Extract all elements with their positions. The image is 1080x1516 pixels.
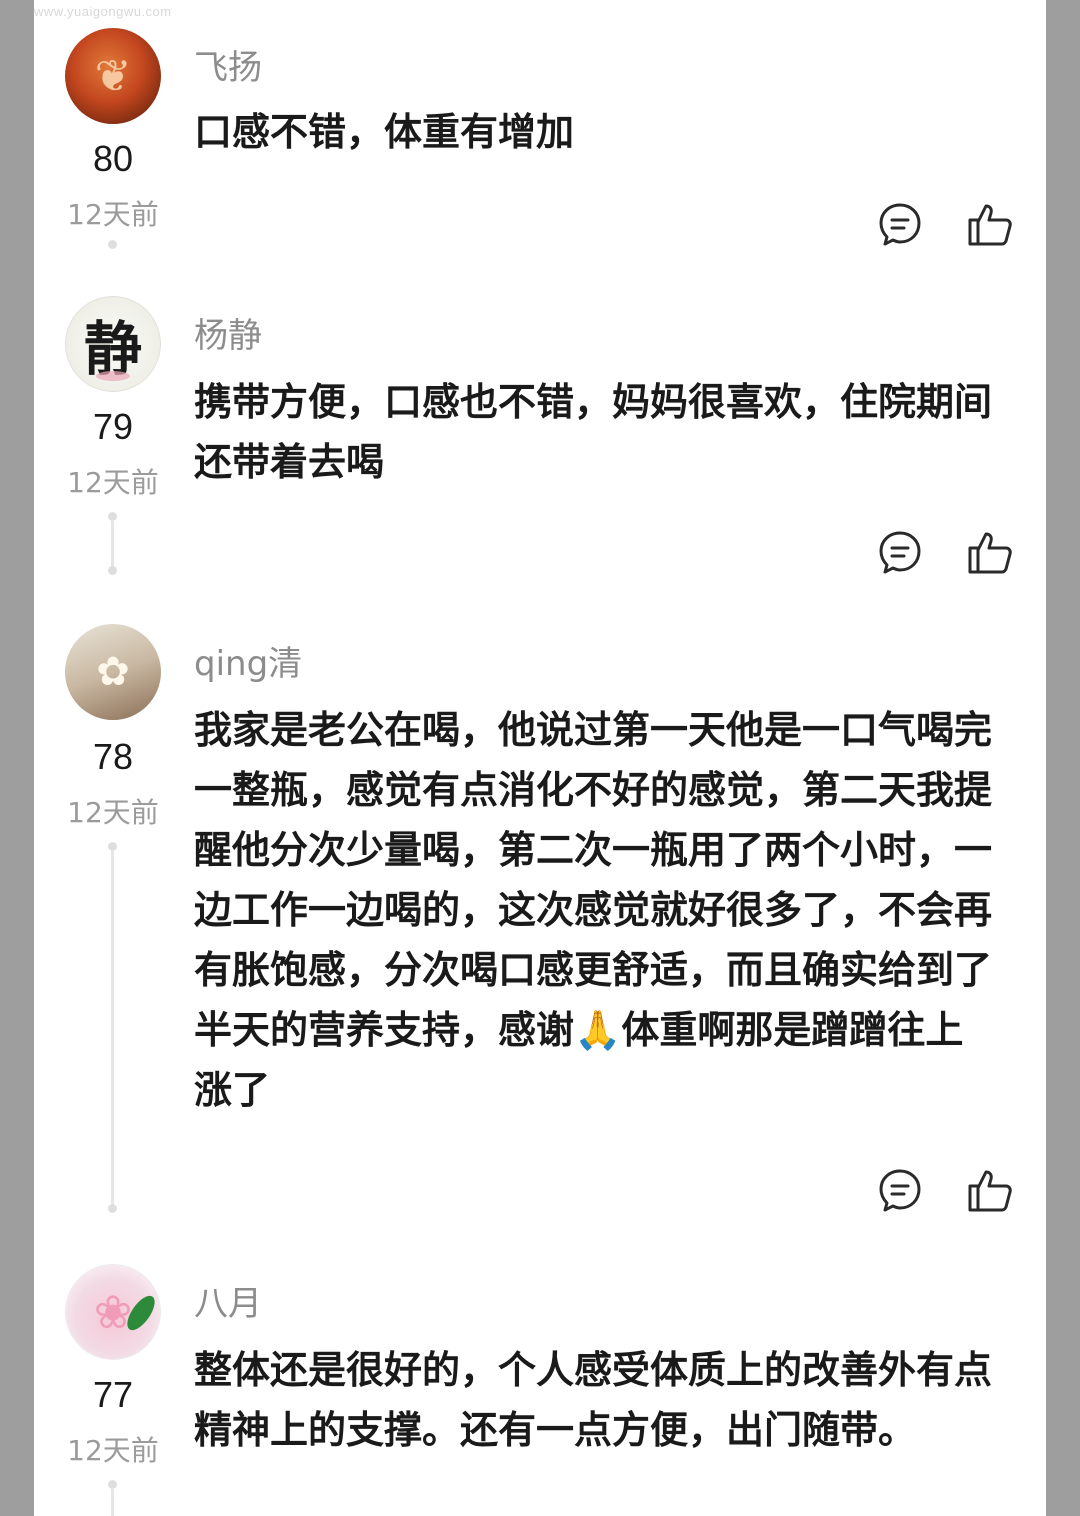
username[interactable]: 八月 [194,1276,262,1325]
avatar[interactable]: 静 [65,296,161,392]
score: 79 [92,406,134,447]
thumbs-up-icon[interactable] [966,200,1014,248]
avatar-glyph: ❦ [94,50,132,102]
flower-decoration [96,371,130,381]
thumbs-up-icon[interactable] [966,528,1014,576]
thread-line [111,520,114,568]
thread-line [111,850,114,1206]
comment-bubble-icon[interactable] [876,528,924,576]
timestamp: 12天前 [67,466,159,499]
thread-dot [108,240,117,249]
score: 77 [92,1374,134,1415]
avatar-glyph: ✿ [96,649,130,695]
thread-dot [108,566,117,575]
comment-text: 携带方便，口感也不错，妈妈很喜欢，住院期间还带着去喝 [194,380,993,484]
avatar[interactable]: ❀ [65,1264,161,1360]
comment-text: 我家是老公在喝，他说过第一天他是一口气喝完一整瓶，感觉有点消化不好的感觉，第二天… [194,708,993,1112]
score: 80 [92,138,134,179]
avatar-glyph: ❀ [93,1285,133,1339]
avatar[interactable]: ❦ [65,28,161,124]
watermark: www.yuaigongwu.com [34,4,172,19]
score: 78 [92,736,134,777]
username[interactable]: 飞扬 [194,40,262,89]
comment-text: 整体还是很好的，个人感受体质上的改善外有点精神上的支撑。还有一点方便，出门随带。 [194,1348,993,1452]
username[interactable]: 杨静 [194,308,262,357]
timestamp: 12天前 [67,1434,159,1467]
thread-dot [108,1204,117,1213]
thread-line [111,1488,114,1516]
comment-text: 口感不错，体重有增加 [194,110,575,154]
comment-bubble-icon[interactable] [876,1166,924,1214]
timestamp: 12天前 [67,796,159,829]
thumbs-up-icon[interactable] [966,1166,1014,1214]
username[interactable]: qing清 [194,636,302,685]
avatar[interactable]: ✿ [65,624,161,720]
comment-list-page: www.yuaigongwu.com ❦ 飞扬 口感不错，体重有增加 80 12… [34,0,1046,1516]
comment-bubble-icon[interactable] [876,200,924,248]
timestamp: 12天前 [67,198,159,231]
